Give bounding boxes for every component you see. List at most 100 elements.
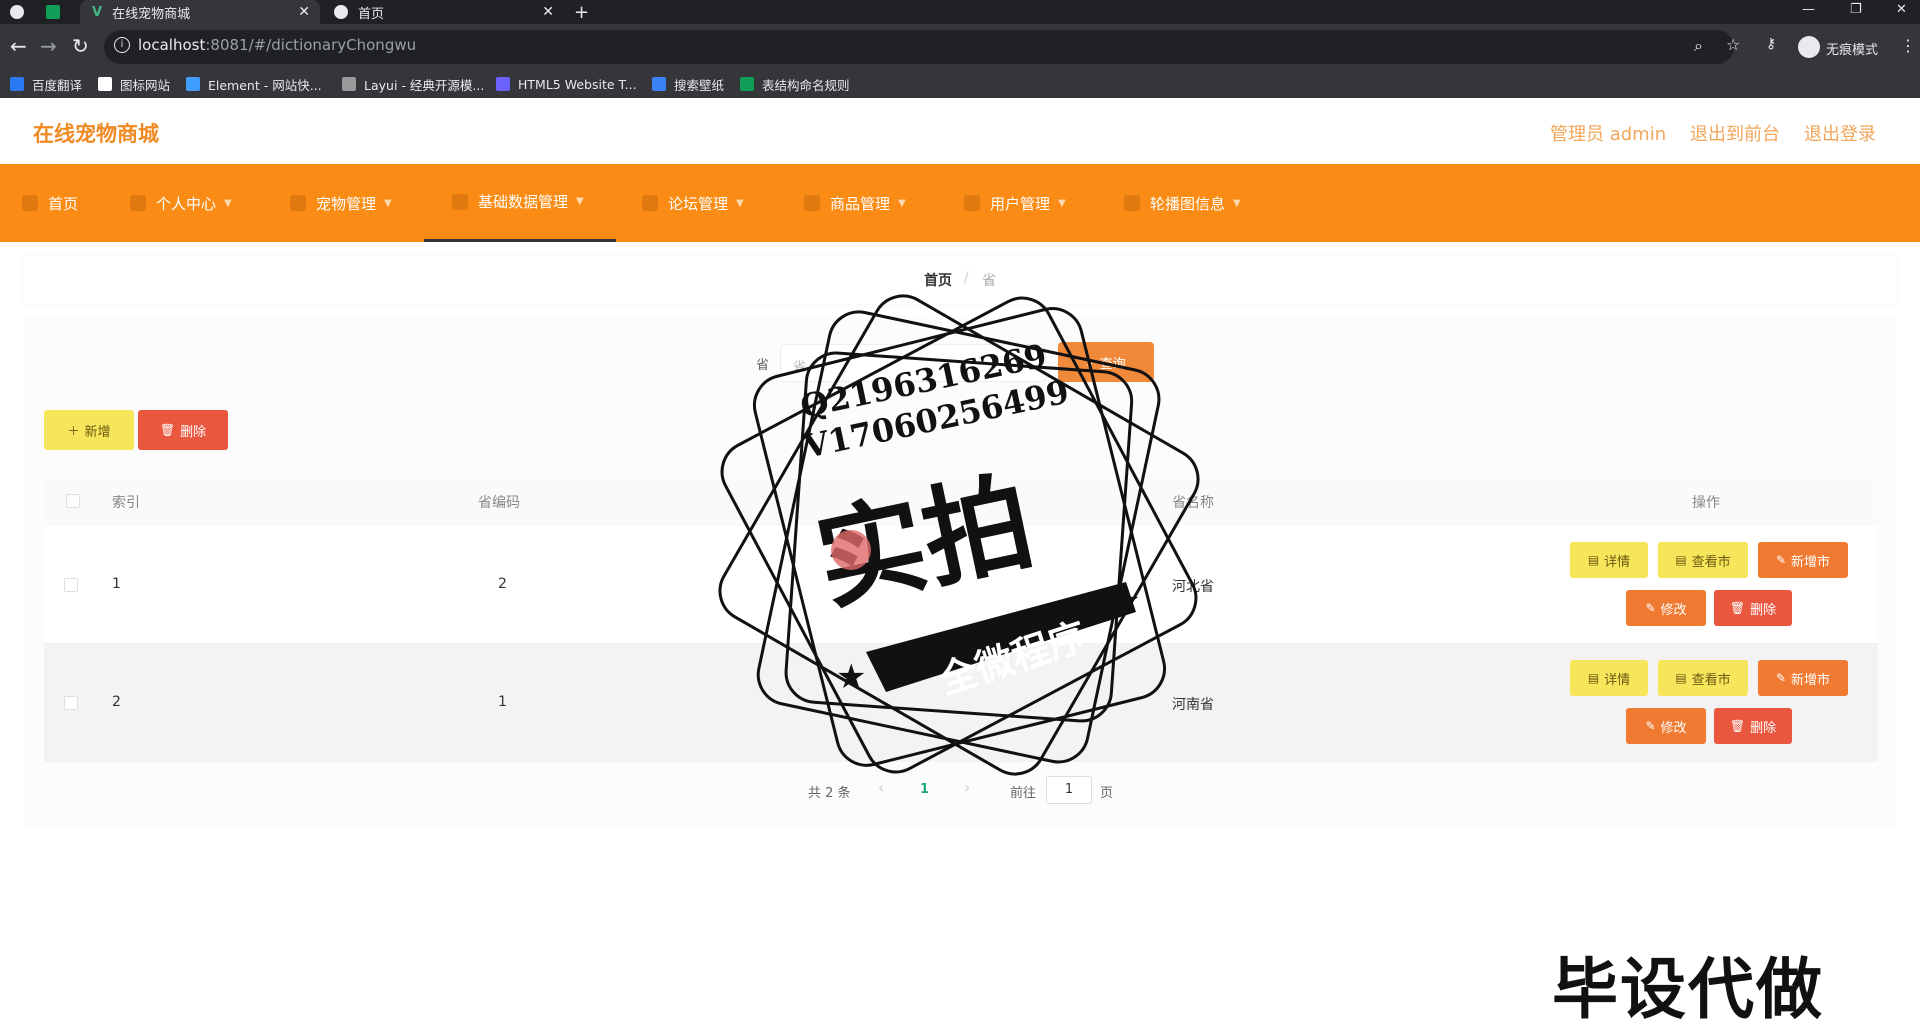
chevron-down-icon: ▼	[1233, 197, 1241, 209]
key-icon[interactable]: ⚷	[1766, 36, 1776, 52]
menu-label: 宠物管理	[316, 194, 377, 213]
pagination-total: 共 2 条	[808, 786, 851, 801]
detail-button[interactable]: ▤ 详情	[1570, 542, 1648, 578]
bookmark-item[interactable]: 搜索壁纸	[652, 72, 724, 96]
new-tab-button[interactable]: +	[574, 0, 594, 24]
chevron-down-icon: ▼	[736, 197, 744, 209]
zoom-icon[interactable]: ⌕	[1694, 36, 1703, 56]
add-city-button[interactable]: ✎ 新增市	[1758, 660, 1848, 696]
view-city-button[interactable]: ▤ 查看市	[1658, 660, 1748, 696]
breadcrumb-home[interactable]: 首页	[924, 270, 952, 290]
document-icon: ▤	[1675, 671, 1687, 685]
close-window-icon[interactable]: ✕	[1896, 2, 1907, 17]
translate-icon	[10, 77, 24, 91]
html5-icon	[496, 77, 510, 91]
bookmark-item[interactable]: 百度翻译	[10, 72, 82, 96]
forum-icon	[642, 195, 658, 211]
goto-label: 前往	[1010, 786, 1037, 801]
forward-icon[interactable]: →	[40, 34, 57, 58]
document-icon: ▤	[1675, 553, 1687, 567]
watermark-stamp: Q2196316269 V17060256499 实拍 全微程序 ★ ★	[718, 294, 1200, 776]
bookmark-item[interactable]: Layui - 经典开源模...	[342, 72, 484, 96]
page-jump-input[interactable]: 1	[1046, 776, 1092, 804]
main-menu	[0, 164, 1920, 242]
bookmark-item[interactable]: 图标网站	[98, 72, 170, 96]
minimize-icon[interactable]: —	[1802, 2, 1815, 17]
menu-label: 轮播图信息	[1150, 194, 1226, 213]
breadcrumb-current: 省	[982, 273, 996, 289]
add-city-button[interactable]: ✎ 新增市	[1758, 542, 1848, 578]
next-page-icon[interactable]: ›	[964, 778, 970, 797]
layui-icon	[342, 77, 356, 91]
pet-icon	[290, 195, 306, 211]
close-icon[interactable]: ✕	[298, 4, 310, 20]
browser-tab-home[interactable]: 首页 ✕	[324, 0, 564, 24]
close-icon[interactable]: ✕	[542, 4, 554, 20]
bookmark-label: Element - 网站快...	[208, 77, 322, 93]
restore-icon[interactable]: ❐	[1850, 2, 1862, 17]
button-label: 删除	[1750, 720, 1777, 736]
browser-tab-1[interactable]	[0, 0, 34, 24]
document-icon: ▤	[1587, 553, 1600, 567]
edit-icon: ✎	[1645, 601, 1656, 615]
add-button[interactable]: ＋ 新增	[44, 410, 134, 450]
cursor-highlight	[831, 530, 871, 570]
browser-tab-2[interactable]	[36, 0, 76, 24]
bookmark-label: 搜索壁纸	[674, 77, 725, 93]
col-code: 省编码	[478, 495, 520, 511]
bookmark-label: 表结构命名规则	[762, 77, 850, 93]
view-city-button[interactable]: ▤ 查看市	[1658, 542, 1748, 578]
delete-button[interactable]: 🗑 删除	[1714, 590, 1792, 626]
page-suffix: 页	[1100, 786, 1114, 801]
carousel-icon	[1124, 195, 1140, 211]
menu-item-goods[interactable]: 商品管理 ▼	[804, 164, 906, 242]
bookmark-label: 图标网站	[120, 77, 171, 93]
flag-icon	[98, 77, 112, 91]
menu-item-pets[interactable]: 宠物管理 ▼	[290, 164, 392, 242]
edit-button[interactable]: ✎ 修改	[1626, 590, 1706, 626]
delete-label: 删除	[180, 424, 207, 440]
select-all-checkbox[interactable]	[66, 494, 80, 508]
browser-tab-active[interactable]: V 在线宠物商城 ✕	[80, 0, 320, 24]
back-icon[interactable]: ←	[10, 34, 27, 58]
more-icon[interactable]: ⋮	[1900, 36, 1916, 55]
url-text[interactable]: localhost:8081/#/dictionaryChongwu	[138, 36, 416, 54]
menu-item-forum[interactable]: 论坛管理 ▼	[642, 164, 744, 242]
detail-button[interactable]: ▤ 详情	[1570, 660, 1648, 696]
element-icon	[186, 77, 200, 91]
row-code: 2	[498, 576, 507, 592]
edit-button[interactable]: ✎ 修改	[1626, 708, 1706, 744]
edit-icon: ✎	[1645, 719, 1656, 733]
brand-title: 在线宠物商城	[33, 122, 159, 146]
logout-link[interactable]: 退出登录	[1804, 120, 1876, 146]
menu-item-carousel[interactable]: 轮播图信息 ▼	[1124, 164, 1241, 242]
data-icon	[452, 193, 468, 210]
menu-item-users[interactable]: 用户管理 ▼	[964, 164, 1066, 242]
menu-label: 论坛管理	[668, 194, 729, 213]
wallpaper-icon	[652, 77, 666, 91]
bookmark-item[interactable]: Element - 网站快...	[186, 72, 322, 96]
batch-delete-button[interactable]: 🗑 删除	[138, 410, 228, 450]
row-checkbox[interactable]	[64, 696, 78, 710]
globe-icon	[334, 5, 348, 19]
to-front-link[interactable]: 退出到前台	[1690, 120, 1780, 146]
menu-label: 首页	[48, 194, 79, 213]
bookmark-item[interactable]: 表结构命名规则	[740, 72, 850, 96]
bookmark-item[interactable]: HTML5 Website T...	[496, 72, 637, 96]
trash-icon: 🗑	[159, 423, 176, 437]
reload-icon[interactable]: ↻	[72, 34, 89, 58]
vue-icon: V	[92, 4, 103, 20]
star-icon[interactable]: ☆	[1726, 35, 1740, 54]
incognito-label: 无痕模式	[1826, 43, 1879, 58]
menu-item-profile[interactable]: 个人中心 ▼	[130, 164, 232, 242]
menu-item-basic-data[interactable]: 基础数据管理 ▼	[424, 164, 616, 242]
info-icon[interactable]: i	[114, 37, 130, 53]
user-icon	[130, 195, 146, 211]
star-icon: ★	[1110, 581, 1140, 621]
row-checkbox[interactable]	[64, 578, 78, 592]
page-number-current[interactable]: 1	[920, 782, 929, 797]
delete-button[interactable]: 🗑 删除	[1714, 708, 1792, 744]
prev-page-icon[interactable]: ‹	[878, 778, 884, 797]
menu-item-home[interactable]: 首页	[22, 164, 78, 242]
incognito-icon[interactable]	[1798, 36, 1820, 58]
